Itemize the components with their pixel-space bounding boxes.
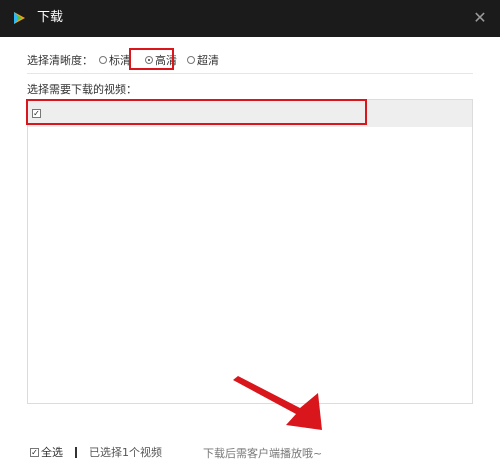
quality-option-label: 超清 (197, 54, 219, 67)
play-logo-icon (14, 12, 25, 24)
window-title: 下载 (37, 10, 64, 25)
select-all-checkbox[interactable]: ✓ 全选 (30, 444, 63, 460)
footer-hint: 下载后需客户端播放哦~ (203, 447, 323, 460)
quality-label: 选择清晰度： (27, 54, 93, 67)
video-list[interactable]: ✓ (27, 99, 473, 404)
download-dialog: 下载 ✕ 选择清晰度： 标清 高清 超清 选择需要下载的视频： ✓ ✓ 全选 已… (0, 0, 500, 474)
radio-icon (187, 56, 195, 64)
selected-count: 已选择1个视频 (89, 446, 162, 459)
checkmark-icon: ✓ (30, 447, 39, 457)
quality-highlight-box (129, 48, 174, 70)
close-icon[interactable]: ✕ (470, 8, 490, 28)
footer-separator (75, 446, 77, 458)
quality-option-standard[interactable]: 标清 (99, 52, 131, 68)
quality-option-super[interactable]: 超清 (187, 52, 219, 68)
quality-option-label: 标清 (109, 54, 131, 67)
divider (27, 73, 473, 74)
select-all-label: 全选 (41, 446, 63, 459)
footer: ✓ 全选 已选择1个视频 (30, 445, 162, 459)
video-list-label: 选择需要下载的视频： (27, 83, 137, 96)
row-highlight-box (26, 99, 367, 125)
radio-icon (99, 56, 107, 64)
title-bar: 下载 ✕ (0, 0, 500, 37)
quality-selector: 选择清晰度： 标清 高清 超清 (27, 52, 223, 68)
